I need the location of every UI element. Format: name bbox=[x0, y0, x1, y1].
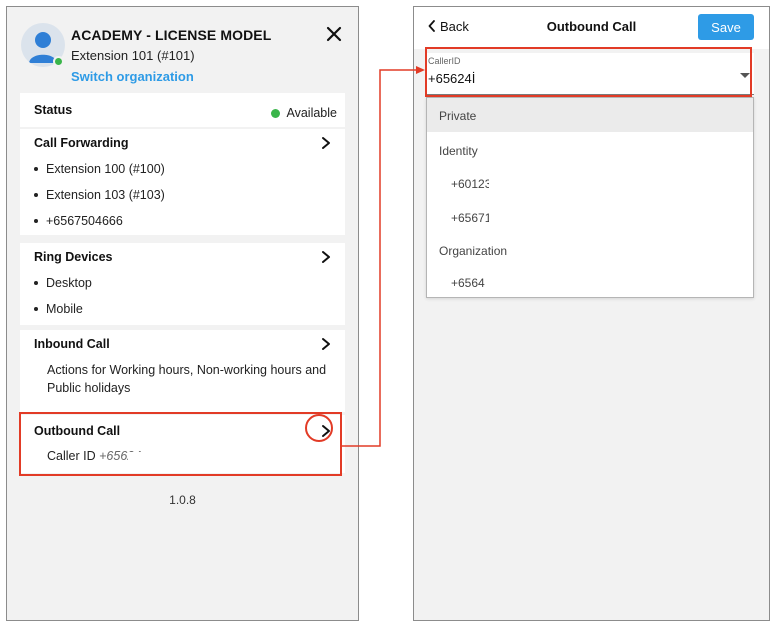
caller-id-value: +65624İ bbox=[428, 71, 476, 86]
profile-header: ACADEMY - LICENSE MODEL Extension 101 (#… bbox=[7, 7, 358, 91]
outbound-call-card[interactable]: Outbound Call Caller ID +65624 bbox=[20, 415, 345, 473]
option-identity-number[interactable]: +60123 bbox=[427, 171, 753, 197]
redacted-area bbox=[485, 275, 521, 289]
option-private[interactable]: Private bbox=[427, 98, 753, 132]
caller-id-label: CallerID bbox=[428, 56, 461, 66]
forward-target-item: +6567504666 bbox=[34, 214, 123, 228]
status-label: Status bbox=[34, 103, 73, 117]
available-dot-icon bbox=[271, 108, 281, 118]
ring-device-item: Desktop bbox=[34, 276, 92, 290]
switch-organization-link[interactable]: Switch organization bbox=[71, 69, 194, 84]
screenshot-stage: ACADEMY - LICENSE MODEL Extension 101 (#… bbox=[0, 0, 776, 626]
back-chevron-icon bbox=[428, 20, 435, 32]
forward-target-item: Extension 103 (#103) bbox=[34, 188, 165, 202]
call-forwarding-title: Call Forwarding bbox=[34, 136, 129, 150]
inbound-call-description: Actions for Working hours, Non-working h… bbox=[47, 363, 327, 395]
status-value: Available bbox=[271, 106, 337, 120]
forward-target-item: Extension 100 (#100) bbox=[34, 162, 165, 176]
redacted-area bbox=[489, 210, 529, 224]
ring-devices-title: Ring Devices bbox=[34, 250, 113, 264]
organization-group-header: Organization bbox=[439, 244, 508, 258]
extension-settings-panel: ACADEMY - LICENSE MODEL Extension 101 (#… bbox=[6, 6, 359, 621]
option-identity-number[interactable]: +65671 bbox=[427, 205, 753, 231]
save-button[interactable]: Save bbox=[698, 14, 754, 40]
caller-id-options-list: Private Identity +60123 +65671 Organizat… bbox=[426, 97, 754, 298]
status-text: Available bbox=[286, 106, 337, 120]
app-version: 1.0.8 bbox=[169, 493, 196, 507]
inbound-call-card[interactable]: Inbound Call Actions for Working hours, … bbox=[20, 330, 345, 412]
status-card[interactable]: Status Available bbox=[20, 93, 345, 127]
outbound-call-title: Outbound Call bbox=[34, 424, 121, 438]
presence-status-dot bbox=[53, 56, 64, 67]
organization-name: ACADEMY - LICENSE MODEL bbox=[71, 27, 272, 43]
ring-devices-card[interactable]: Ring Devices Desktop Mobile bbox=[20, 243, 345, 325]
outbound-call-panel: Back Outbound Call Save CallerID +65624İ… bbox=[413, 6, 770, 621]
option-organization-number[interactable]: +6564: bbox=[427, 270, 753, 296]
ring-device-item: Mobile bbox=[34, 302, 83, 316]
extension-name: Extension 101 (#101) bbox=[71, 48, 195, 63]
close-icon[interactable] bbox=[325, 25, 343, 43]
chevron-right-icon[interactable] bbox=[321, 136, 331, 150]
chevron-right-icon[interactable] bbox=[321, 250, 331, 264]
caller-id-select[interactable]: CallerID +65624İ bbox=[426, 53, 754, 95]
redacted-area bbox=[489, 176, 529, 190]
back-button[interactable]: Back bbox=[428, 19, 469, 34]
inbound-call-title: Inbound Call bbox=[34, 337, 110, 351]
call-forwarding-card[interactable]: Call Forwarding Extension 100 (#100) Ext… bbox=[20, 129, 345, 235]
caret-down-icon[interactable] bbox=[740, 73, 750, 78]
identity-group-header: Identity bbox=[439, 144, 478, 158]
chevron-right-icon[interactable] bbox=[321, 424, 331, 438]
redacted-area bbox=[476, 73, 516, 87]
chevron-right-icon[interactable] bbox=[321, 337, 331, 351]
outbound-call-header: Back Outbound Call Save bbox=[414, 7, 769, 49]
redacted-area bbox=[128, 452, 184, 465]
back-label: Back bbox=[440, 19, 469, 34]
